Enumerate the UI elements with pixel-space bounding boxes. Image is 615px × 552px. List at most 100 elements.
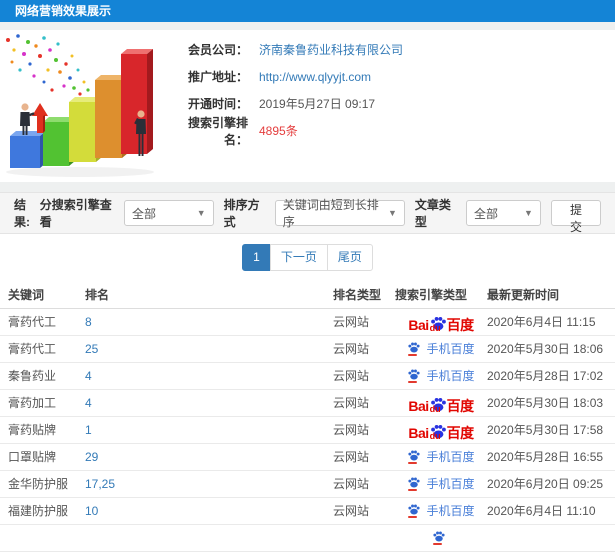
keyword-cell: 膏药代工 bbox=[0, 335, 85, 363]
baidu-logo-du-text: du bbox=[429, 430, 441, 441]
table-row: 膏药贴牌 1 云网站 Bai du 百度 2020年5月30日 17:58 bbox=[0, 416, 615, 444]
engine-filter-value: 全部 bbox=[132, 206, 157, 221]
baidu-logo-cn-text: 百度 bbox=[446, 397, 475, 414]
confetti-dots bbox=[6, 34, 90, 96]
mobile-baidu-icon bbox=[407, 503, 421, 518]
open-time-label: 开通时间： bbox=[187, 97, 248, 111]
rank-cell: 25 bbox=[85, 335, 333, 363]
updated-cell: 2020年5月30日 17:58 bbox=[487, 416, 615, 444]
filter-bar: 结果: 分搜索引擎查看 全部 ▼ 排序方式 关键词由短到长排序 ▼ 文章类型 全… bbox=[0, 192, 615, 234]
updated-cell: 2020年5月30日 18:06 bbox=[487, 335, 615, 363]
sort-select[interactable]: 关键词由短到长排序 ▼ bbox=[274, 198, 405, 229]
sort-value: 关键词由短到长排序 bbox=[282, 198, 379, 229]
rank-cell: 8 bbox=[85, 308, 333, 336]
engine-type-cell: 手机百度 bbox=[395, 443, 487, 471]
mobile-baidu-label: 手机百度 bbox=[426, 504, 475, 518]
mobile-baidu-underline bbox=[408, 462, 418, 464]
rank-link[interactable]: 17,25 bbox=[85, 477, 115, 491]
engine-type-cell: 手机百度 bbox=[395, 362, 487, 390]
table-row: 金华防护服 17,25 云网站 手机百度 2020年6月20日 09:25 bbox=[0, 470, 615, 498]
rank-type-cell: 云网站 bbox=[333, 362, 395, 390]
col-header-rank-type: 排名类型 bbox=[333, 282, 395, 309]
engine-type-cell: Bai du 百度 bbox=[395, 389, 487, 417]
submit-button[interactable]: 提交 bbox=[550, 200, 601, 234]
rank-link[interactable]: 4 bbox=[85, 396, 92, 410]
rank-link[interactable]: 4 bbox=[85, 369, 92, 383]
baidu-logo: Bai du 百度 bbox=[408, 396, 475, 414]
mobile-baidu-label: 手机百度 bbox=[426, 369, 475, 383]
rank-link[interactable]: 1 bbox=[85, 423, 92, 437]
next-page-button[interactable]: 下一页 bbox=[269, 244, 328, 271]
member-info-panel: 会员公司： 济南秦鲁药业科技有限公司 推广地址： http://www.qlyy… bbox=[0, 30, 615, 182]
page-title: 网络营销效果展示 bbox=[15, 4, 112, 18]
mobile-baidu-icon bbox=[407, 476, 421, 491]
rank-type-cell bbox=[333, 524, 395, 552]
rank-cell: 4 bbox=[85, 362, 333, 390]
baidu-logo-cn-text: 百度 bbox=[446, 424, 475, 441]
table-row: 膏药代工 8 云网站 Bai du 百度 2020年6月4日 11:15 bbox=[0, 308, 615, 336]
mobile-baidu-badge: 手机百度 bbox=[407, 340, 475, 357]
keyword-cell: 膏药代工 bbox=[0, 308, 85, 336]
mobile-baidu-badge: 手机百度 bbox=[407, 367, 475, 384]
mobile-baidu-underline bbox=[408, 489, 418, 491]
updated-cell: 2020年6月4日 11:15 bbox=[487, 308, 615, 336]
info-row-url: 推广地址： http://www.qlyyjt.com bbox=[166, 63, 615, 90]
rank-link[interactable]: 25 bbox=[85, 342, 98, 356]
bar-blue bbox=[10, 131, 46, 168]
baidu-logo: Bai du 百度 bbox=[408, 423, 475, 441]
baidu-paw-icon: du bbox=[430, 423, 447, 440]
mobile-baidu-underline bbox=[408, 354, 418, 356]
table-header-row: 关键词 排名 排名类型 搜索引擎类型 最新更新时间 bbox=[0, 282, 615, 309]
updated-cell: 2020年5月28日 16:55 bbox=[487, 443, 615, 471]
article-type-select[interactable]: 全部 ▼ bbox=[466, 200, 541, 226]
promo-url-link[interactable]: http://www.qlyyjt.com bbox=[259, 70, 371, 84]
rank-type-cell: 云网站 bbox=[333, 416, 395, 444]
engine-type-cell: 手机百度 bbox=[395, 470, 487, 498]
last-page-button[interactable]: 尾页 bbox=[326, 244, 373, 271]
engine-type-cell: 手机百度 bbox=[395, 335, 487, 363]
baidu-paw-icon: du bbox=[430, 315, 447, 332]
mobile-baidu-icon bbox=[407, 341, 421, 356]
keyword-cell: 秦鲁药业 bbox=[0, 362, 85, 390]
rank-cell: 4 bbox=[85, 389, 333, 417]
baidu-logo-bai-text: Bai bbox=[408, 424, 429, 441]
rank-cell: 17,25 bbox=[85, 470, 333, 498]
promo-url-label: 推广地址： bbox=[187, 70, 248, 84]
chevron-down-icon: ▼ bbox=[523, 208, 533, 218]
info-row-company: 会员公司： 济南秦鲁药业科技有限公司 bbox=[166, 36, 615, 63]
mobile-baidu-badge bbox=[432, 530, 451, 545]
pagination: 1 下一页 尾页 bbox=[242, 244, 373, 271]
engine-type-cell: Bai du 百度 bbox=[395, 416, 487, 444]
company-link[interactable]: 济南秦鲁药业科技有限公司 bbox=[259, 41, 403, 58]
rank-link[interactable]: 29 bbox=[85, 450, 98, 464]
mobile-baidu-badge: 手机百度 bbox=[407, 502, 475, 519]
rank-link[interactable]: 10 bbox=[85, 504, 98, 518]
engine-filter-select[interactable]: 全部 ▼ bbox=[124, 200, 214, 226]
keyword-cell: 膏药加工 bbox=[0, 389, 85, 417]
mobile-baidu-icon bbox=[407, 368, 421, 383]
chevron-down-icon: ▼ bbox=[387, 208, 397, 218]
baidu-logo: Bai du 百度 bbox=[408, 315, 474, 333]
rank-link[interactable]: 8 bbox=[85, 315, 92, 329]
mobile-baidu-label: 手机百度 bbox=[426, 477, 475, 491]
bar-red bbox=[121, 49, 153, 154]
results-label: 结果: bbox=[14, 198, 30, 229]
baidu-logo-bai-text: Bai bbox=[408, 397, 429, 414]
article-type-label: 文章类型 bbox=[414, 198, 451, 229]
rank-count-label: 搜索引擎排名： bbox=[187, 115, 248, 147]
engine-type-cell bbox=[395, 524, 487, 552]
ground-shadow bbox=[6, 167, 154, 177]
growth-bar-chart-clipart bbox=[6, 34, 154, 177]
rank-type-cell: 云网站 bbox=[333, 389, 395, 417]
chevron-down-icon: ▼ bbox=[196, 208, 206, 218]
updated-cell: 2020年5月28日 17:02 bbox=[487, 362, 615, 390]
mobile-baidu-icon bbox=[407, 449, 421, 464]
baidu-logo-bai-text: Bai bbox=[408, 316, 429, 333]
updated-cell: 2020年6月20日 09:25 bbox=[487, 470, 615, 498]
rank-cell: 1 bbox=[85, 416, 333, 444]
results-table-body: 膏药代工 8 云网站 Bai du 百度 2020年6月4日 11:15 膏药代… bbox=[0, 308, 615, 552]
rank-type-cell: 云网站 bbox=[333, 308, 395, 336]
results-table: 关键词 排名 排名类型 搜索引擎类型 最新更新时间 膏药代工 8 云网站 Bai bbox=[0, 282, 615, 552]
page-button-current[interactable]: 1 bbox=[242, 244, 271, 271]
table-row: 膏药代工 25 云网站 手机百度 2020年5月30日 18:06 bbox=[0, 335, 615, 363]
